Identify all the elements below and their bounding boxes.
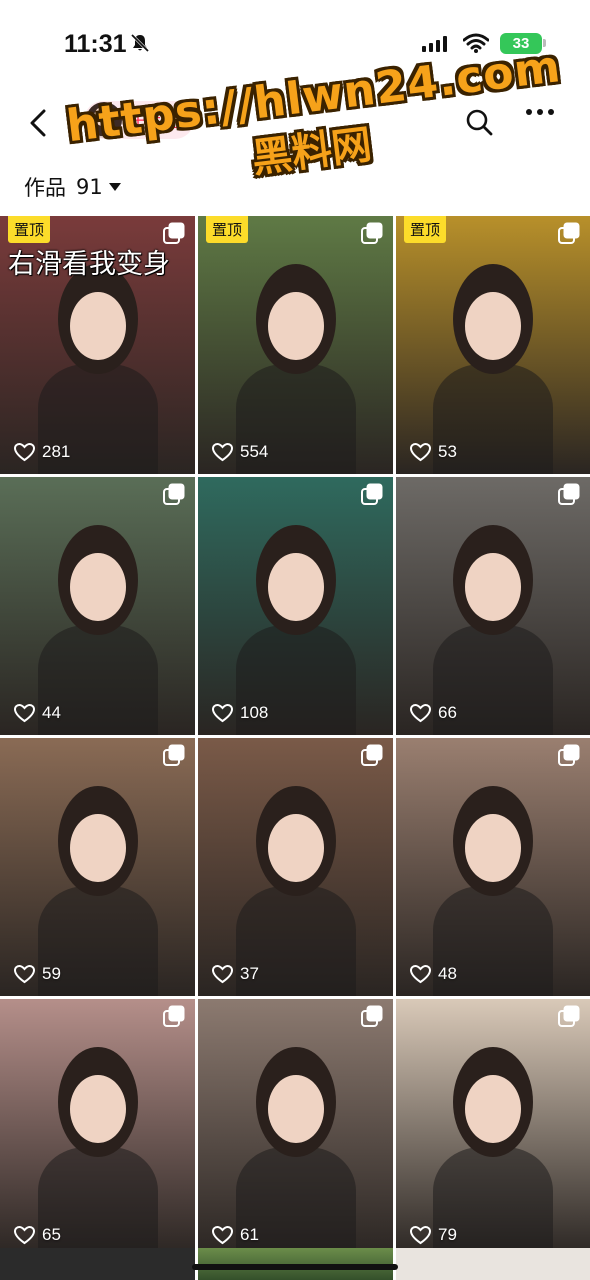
bell-slash-icon <box>130 33 150 53</box>
video-tile[interactable]: 66 <box>396 477 590 735</box>
like-count: 48 <box>410 964 457 984</box>
thumbnail-image <box>23 505 173 735</box>
heart-icon <box>410 703 431 722</box>
like-count-value: 281 <box>42 442 71 461</box>
search-icon[interactable] <box>464 107 494 137</box>
like-count-value: 61 <box>240 1225 259 1244</box>
heart-icon <box>212 442 233 461</box>
heart-icon <box>212 964 233 983</box>
pinned-badge: 置顶 <box>404 216 447 243</box>
video-grid: 置顶右滑看我变身 281 置顶 554 置顶 53 44 108 66 59 37 48 65 61 79 <box>0 216 590 1257</box>
like-count: 79 <box>410 1225 457 1245</box>
heart-icon <box>14 442 35 461</box>
battery-icon: 33 <box>500 33 542 54</box>
video-tile[interactable]: 79 <box>396 999 590 1257</box>
nav-bar: 十关注 <box>0 95 590 155</box>
thumbnail-image <box>221 244 371 474</box>
like-count-value: 108 <box>240 703 269 722</box>
pinned-badge: 置顶 <box>8 216 51 243</box>
heart-icon <box>14 1225 35 1244</box>
avatar <box>86 102 122 138</box>
thumbnail-image <box>418 1027 568 1257</box>
thumbnail-image <box>418 766 568 996</box>
more-icon[interactable] <box>526 109 554 115</box>
video-tile[interactable]: 44 <box>0 477 195 735</box>
status-time: 11:31 <box>64 30 127 58</box>
video-tile[interactable]: 置顶 554 <box>198 216 393 474</box>
video-tile[interactable]: 61 <box>198 999 393 1257</box>
thumbnail-image <box>221 1027 371 1257</box>
multi-image-icon <box>163 222 185 244</box>
video-tile[interactable]: 37 <box>198 738 393 996</box>
like-count: 281 <box>14 442 70 462</box>
works-label: 作品 <box>24 176 66 200</box>
like-count-value: 53 <box>438 442 457 461</box>
overlay-caption: 右滑看我变身 <box>8 249 170 280</box>
like-count: 59 <box>14 964 61 984</box>
battery-tip <box>543 39 546 47</box>
like-count-value: 59 <box>42 964 61 983</box>
like-count: 61 <box>212 1225 259 1245</box>
multi-image-icon <box>163 744 185 766</box>
signal-icon <box>422 36 447 52</box>
heart-icon <box>410 1225 431 1244</box>
like-count: 65 <box>14 1225 61 1245</box>
heart-icon <box>410 442 431 461</box>
like-count: 66 <box>410 703 457 723</box>
back-chevron-icon[interactable] <box>24 103 54 143</box>
like-count: 108 <box>212 703 268 723</box>
video-tile[interactable]: 108 <box>198 477 393 735</box>
multi-image-icon <box>558 222 580 244</box>
video-tile[interactable]: 59 <box>0 738 195 996</box>
caret-down-icon <box>108 183 121 191</box>
like-count-value: 48 <box>438 964 457 983</box>
heart-icon <box>212 1225 233 1244</box>
home-indicator <box>192 1264 398 1270</box>
works-count: 91 <box>76 175 103 199</box>
multi-image-icon <box>163 1005 185 1027</box>
pinned-badge: 置顶 <box>206 216 249 243</box>
video-tile[interactable]: 48 <box>396 738 590 996</box>
wifi-icon <box>463 33 489 53</box>
video-tile[interactable]: 置顶右滑看我变身 281 <box>0 216 195 474</box>
thumbnail-image <box>418 244 568 474</box>
follow-button[interactable]: 十关注 <box>84 101 194 139</box>
multi-image-icon <box>558 744 580 766</box>
status-bar: 11:31 33 <box>0 0 590 90</box>
heart-icon <box>14 703 35 722</box>
works-tab[interactable]: 作品 91 <box>24 172 121 202</box>
heart-icon <box>410 964 431 983</box>
thumbnail-image <box>221 766 371 996</box>
thumbnail-image <box>418 505 568 735</box>
heart-icon <box>212 703 233 722</box>
multi-image-icon <box>361 483 383 505</box>
multi-image-icon <box>163 483 185 505</box>
video-tile[interactable]: 置顶 53 <box>396 216 590 474</box>
like-count-value: 554 <box>240 442 269 461</box>
thumbnail-image <box>23 766 173 996</box>
like-count: 44 <box>14 703 61 723</box>
like-count-value: 65 <box>42 1225 61 1244</box>
multi-image-icon <box>361 1005 383 1027</box>
thumbnail-image <box>221 505 371 735</box>
like-count-value: 37 <box>240 964 259 983</box>
like-count: 554 <box>212 442 268 462</box>
multi-image-icon <box>361 222 383 244</box>
multi-image-icon <box>558 483 580 505</box>
video-tile[interactable]: 65 <box>0 999 195 1257</box>
like-count-value: 66 <box>438 703 457 722</box>
thumbnail-image <box>23 1027 173 1257</box>
multi-image-icon <box>558 1005 580 1027</box>
like-count: 37 <box>212 964 259 984</box>
multi-image-icon <box>361 744 383 766</box>
like-count-value: 79 <box>438 1225 457 1244</box>
follow-label: 十关注 <box>130 112 179 131</box>
like-count-value: 44 <box>42 703 61 722</box>
like-count: 53 <box>410 442 457 462</box>
heart-icon <box>14 964 35 983</box>
